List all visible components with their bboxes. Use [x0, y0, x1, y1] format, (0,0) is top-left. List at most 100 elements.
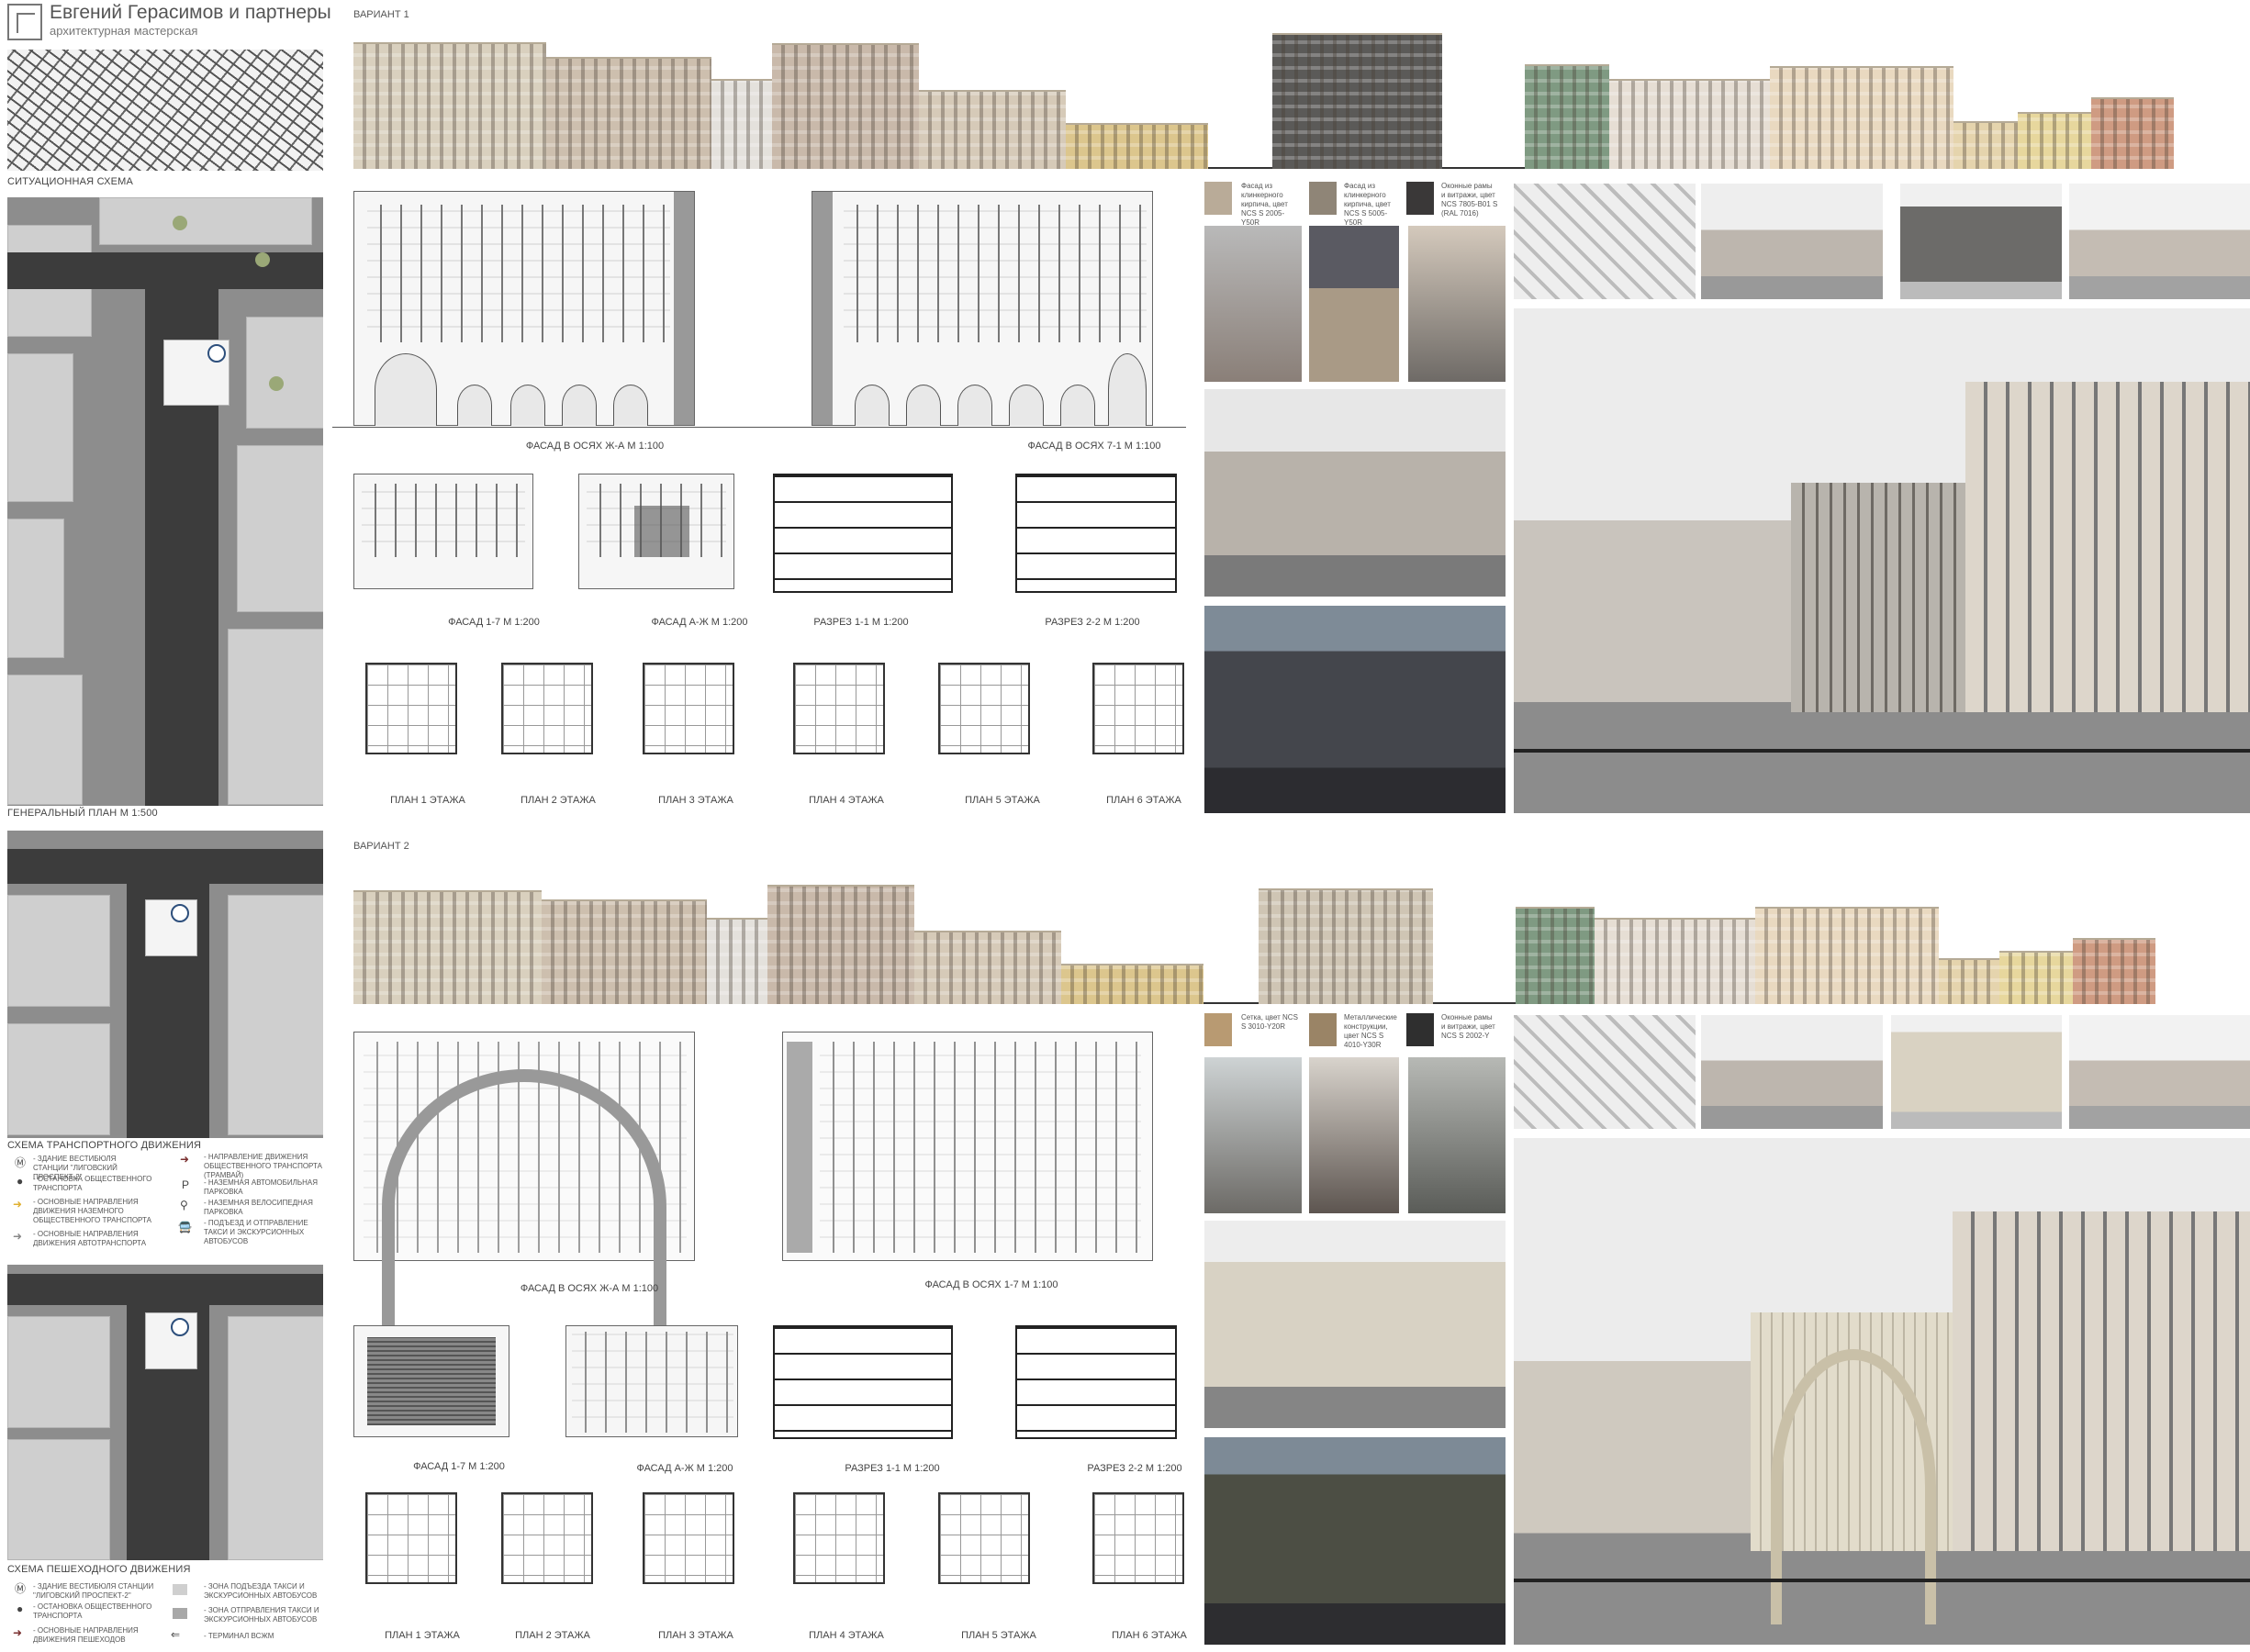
- bus-stop-icon: ●: [17, 1602, 24, 1615]
- legend-bus-stop: - ОСТАНОВКА ОБЩЕСТВЕННОГО ТРАНСПОРТА: [33, 1175, 152, 1192]
- legend-bus-stop: - ОСТАНОВКА ОБЩЕСТВЕННОГО ТРАНСПОРТА: [33, 1602, 152, 1620]
- legend-metro: - ЗДАНИЕ ВЕСТИБЮЛЯ СТАНЦИИ "ЛИГОВСКИЙ ПР…: [33, 1582, 154, 1600]
- taxi-zone-icon: [173, 1584, 187, 1595]
- variant2-plan-label: ПЛАН 2 ЭТАЖА: [515, 1630, 590, 1641]
- variant1-plan-3: [643, 663, 734, 754]
- firm-logo: [7, 4, 42, 40]
- variant2-street-render: [1514, 1138, 2250, 1645]
- variant2-facade-1-7: [782, 1032, 1153, 1261]
- reference-photo: [1309, 1057, 1399, 1213]
- legend-terminal: - ТЕРМИНАЛ ВСЖМ: [204, 1632, 274, 1640]
- variant2-facade-a-zh-small: [565, 1325, 738, 1437]
- variant1-facade-a-zh: [578, 474, 734, 589]
- arrow-red-icon: ➜: [13, 1626, 23, 1639]
- situation-map: [7, 50, 323, 171]
- variant2-plan-6: [1092, 1492, 1184, 1584]
- variant1-street-render: [1514, 308, 2250, 813]
- variant2-section-2-2: [1015, 1325, 1177, 1439]
- variant1-plan-label: ПЛАН 3 ЭТАЖА: [658, 795, 733, 806]
- variant1-drawing-label: РАЗРЕЗ 2-2 М 1:200: [1045, 617, 1140, 628]
- pedestrian-scheme-label: СХЕМА ПЕШЕХОДНОГО ДВИЖЕНИЯ: [7, 1564, 191, 1575]
- variant1-plan-1: [365, 663, 457, 754]
- material-label: Фасад из клинкерного кирпича, цвет NCS S…: [1241, 182, 1288, 227]
- legend-pedestrian: - ОСНОВНЫЕ НАПРАВЛЕНИЯ ДВИЖЕНИЯ ПЕШЕХОДО…: [33, 1626, 139, 1644]
- pedestrian-scheme-map: [7, 1265, 323, 1560]
- legend-tram: - НАПРАВЛЕНИЕ ДВИЖЕНИЯ ОБЩЕСТВЕННОГО ТРА…: [204, 1153, 322, 1179]
- variant1-section-1-1: [773, 474, 953, 593]
- variant2-plan-2: [501, 1492, 593, 1584]
- street-thumbnail: [1900, 184, 2062, 299]
- variant2-plan-label: ПЛАН 4 ЭТАЖА: [809, 1630, 884, 1641]
- variant2-plan-label: ПЛАН 3 ЭТАЖА: [658, 1630, 733, 1641]
- metro-icon: [171, 1318, 189, 1336]
- legend-bike-parking: - НАЗЕМНАЯ ВЕЛОСИПЕДНАЯ ПАРКОВКА: [204, 1199, 313, 1216]
- street-thumbnail: [1701, 1015, 1883, 1129]
- metro-icon: Ⓜ: [15, 1156, 27, 1169]
- variant1-render-day: [1204, 389, 1506, 597]
- variant2-plan-label: ПЛАН 5 ЭТАЖА: [961, 1630, 1036, 1641]
- material-swatch: [1309, 1013, 1337, 1046]
- street-thumbnail: [2069, 184, 2250, 299]
- variant1-street-elevation: [353, 33, 2250, 169]
- variant1-plan-label: ПЛАН 4 ЭТАЖА: [809, 795, 884, 806]
- legend-taxi: - ПОДЪЕЗД И ОТПРАВЛЕНИЕ ТАКСИ И ЭКСКУРСИ…: [204, 1219, 308, 1245]
- variant1-drawing-label: ФАСАД 1-7 М 1:200: [448, 617, 540, 628]
- variant2-section-1-1: [773, 1325, 953, 1439]
- variant1-facade-7-1: [812, 191, 1153, 426]
- variant1-plan-5: [938, 663, 1030, 754]
- reference-photo: [1408, 1057, 1506, 1213]
- metro-icon: [207, 344, 226, 363]
- material-label: Сетка, цвет NCS S 3010-Y20R: [1241, 1013, 1298, 1031]
- variant1-facade-1-7: [353, 474, 533, 589]
- tree-icon: [269, 376, 284, 391]
- parking-icon: P: [182, 1178, 190, 1191]
- terminal-icon: ⇐: [171, 1628, 181, 1641]
- material-label: Оконные рамы и витражи, цвет NCS S 2002-…: [1441, 1013, 1495, 1040]
- bus-stop-icon: ●: [17, 1175, 24, 1188]
- material-swatch: [1204, 1013, 1232, 1046]
- variant2-plan-1: [365, 1492, 457, 1584]
- legend-public-transport: - ОСНОВНЫЕ НАПРАВЛЕНИЯ ДВИЖЕНИЯ НАЗЕМНОГ…: [33, 1198, 151, 1224]
- variant2-plan-5: [938, 1492, 1030, 1584]
- variant2-drawing-label: ФАСАД 1-7 М 1:200: [413, 1461, 505, 1472]
- master-plan-label: ГЕНЕРАЛЬНЫЙ ПЛАН М 1:500: [7, 808, 158, 819]
- variant2-facade-1-7-small: [353, 1325, 509, 1437]
- variant1-plan-label: ПЛАН 2 ЭТАЖА: [521, 795, 596, 806]
- variant1-plan-label: ПЛАН 6 ЭТАЖА: [1106, 795, 1181, 806]
- variant2-facade-label: ФАСАД В ОСЯХ Ж-А М 1:100: [520, 1283, 659, 1294]
- bicycle-parking-icon: ⚲: [180, 1199, 188, 1211]
- variant2-facade-zh-a: [353, 1032, 695, 1345]
- material-swatch: [1406, 1013, 1434, 1046]
- variant1-plan-4: [793, 663, 885, 754]
- variant2-plan-label: ПЛАН 1 ЭТАЖА: [385, 1630, 460, 1641]
- reference-photo: [1309, 226, 1399, 382]
- variant1-plan-label: ПЛАН 1 ЭТАЖА: [390, 795, 465, 806]
- master-plan-map: [7, 197, 323, 806]
- variant1-title: ВАРИАНТ 1: [353, 9, 409, 20]
- variant2-plan-4: [793, 1492, 885, 1584]
- variant1-drawing-label: РАЗРЕЗ 1-1 М 1:200: [813, 617, 909, 628]
- firm-subtitle: архитектурная мастерская: [50, 24, 198, 38]
- aerial-thumbnail: [1514, 184, 1696, 299]
- variant1-section-2-2: [1015, 474, 1177, 593]
- metro-icon: [171, 904, 189, 922]
- street-thumbnail: [1701, 184, 1883, 299]
- variant1-facade-zh-a: [353, 191, 695, 426]
- material-swatch: [1309, 182, 1337, 215]
- legend-taxi-departure: - ЗОНА ОТПРАВЛЕНИЯ ТАКСИ И ЭКСКУРСИОННЫХ…: [204, 1606, 319, 1624]
- arrow-red-icon: ➜: [180, 1153, 190, 1166]
- variant1-facade-label: ФАСАД В ОСЯХ 7-1 М 1:100: [1027, 441, 1161, 452]
- variant2-render-night: [1204, 1437, 1506, 1645]
- situation-label: СИТУАЦИОННАЯ СХЕМА: [7, 176, 134, 187]
- taxi-icon: 🚍: [178, 1221, 192, 1233]
- variant2-drawing-label: ФАСАД А-Ж М 1:200: [636, 1463, 733, 1474]
- variant1-plan-2: [501, 663, 593, 754]
- variant2-drawing-label: РАЗРЕЗ 2-2 М 1:200: [1087, 1463, 1182, 1474]
- material-label: Фасад из клинкерного кирпича, цвет NCS S…: [1344, 182, 1391, 227]
- arrow-grey-icon: ➜: [13, 1230, 23, 1243]
- variant1-render-night: [1204, 606, 1506, 813]
- variant2-plan-3: [643, 1492, 734, 1584]
- reference-photo: [1204, 226, 1302, 382]
- variant2-render-day: [1204, 1221, 1506, 1428]
- variant2-drawing-label: РАЗРЕЗ 1-1 М 1:200: [845, 1463, 940, 1474]
